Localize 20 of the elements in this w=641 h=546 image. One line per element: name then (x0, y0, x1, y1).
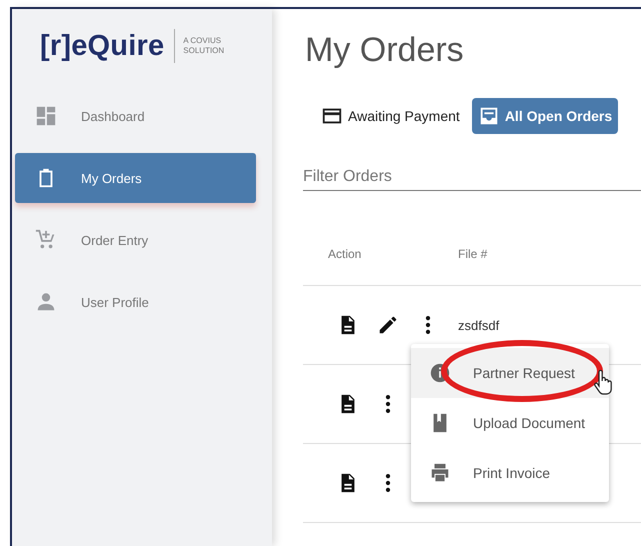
nav-item[interactable]: Order Entry (15, 215, 256, 265)
brand-logo: [r]eQuire (40, 30, 164, 62)
logo-tagline: A COVIUS SOLUTION (183, 36, 224, 56)
column-header: File # (458, 247, 488, 261)
menu-item[interactable]: Upload Document (411, 398, 609, 448)
pencil-icon[interactable] (377, 314, 399, 336)
dashboard-icon (35, 105, 57, 127)
nav-item[interactable]: Dashboard (15, 91, 256, 141)
person-icon (35, 291, 57, 313)
page-title: My Orders (305, 31, 465, 70)
hand-cursor-icon (593, 370, 613, 396)
tab[interactable]: Awaiting Payment (315, 98, 466, 134)
menu-item[interactable]: Print Invoice (411, 448, 609, 498)
cart-plus-icon (35, 229, 57, 251)
table-cell: zsdfsdf (458, 318, 500, 332)
printer-icon (429, 462, 451, 484)
column-header: Action (328, 247, 362, 261)
nav-item[interactable]: User Profile (15, 277, 256, 327)
tab[interactable]: All Open Orders (472, 98, 618, 134)
nav-item[interactable]: My Orders (15, 153, 256, 203)
